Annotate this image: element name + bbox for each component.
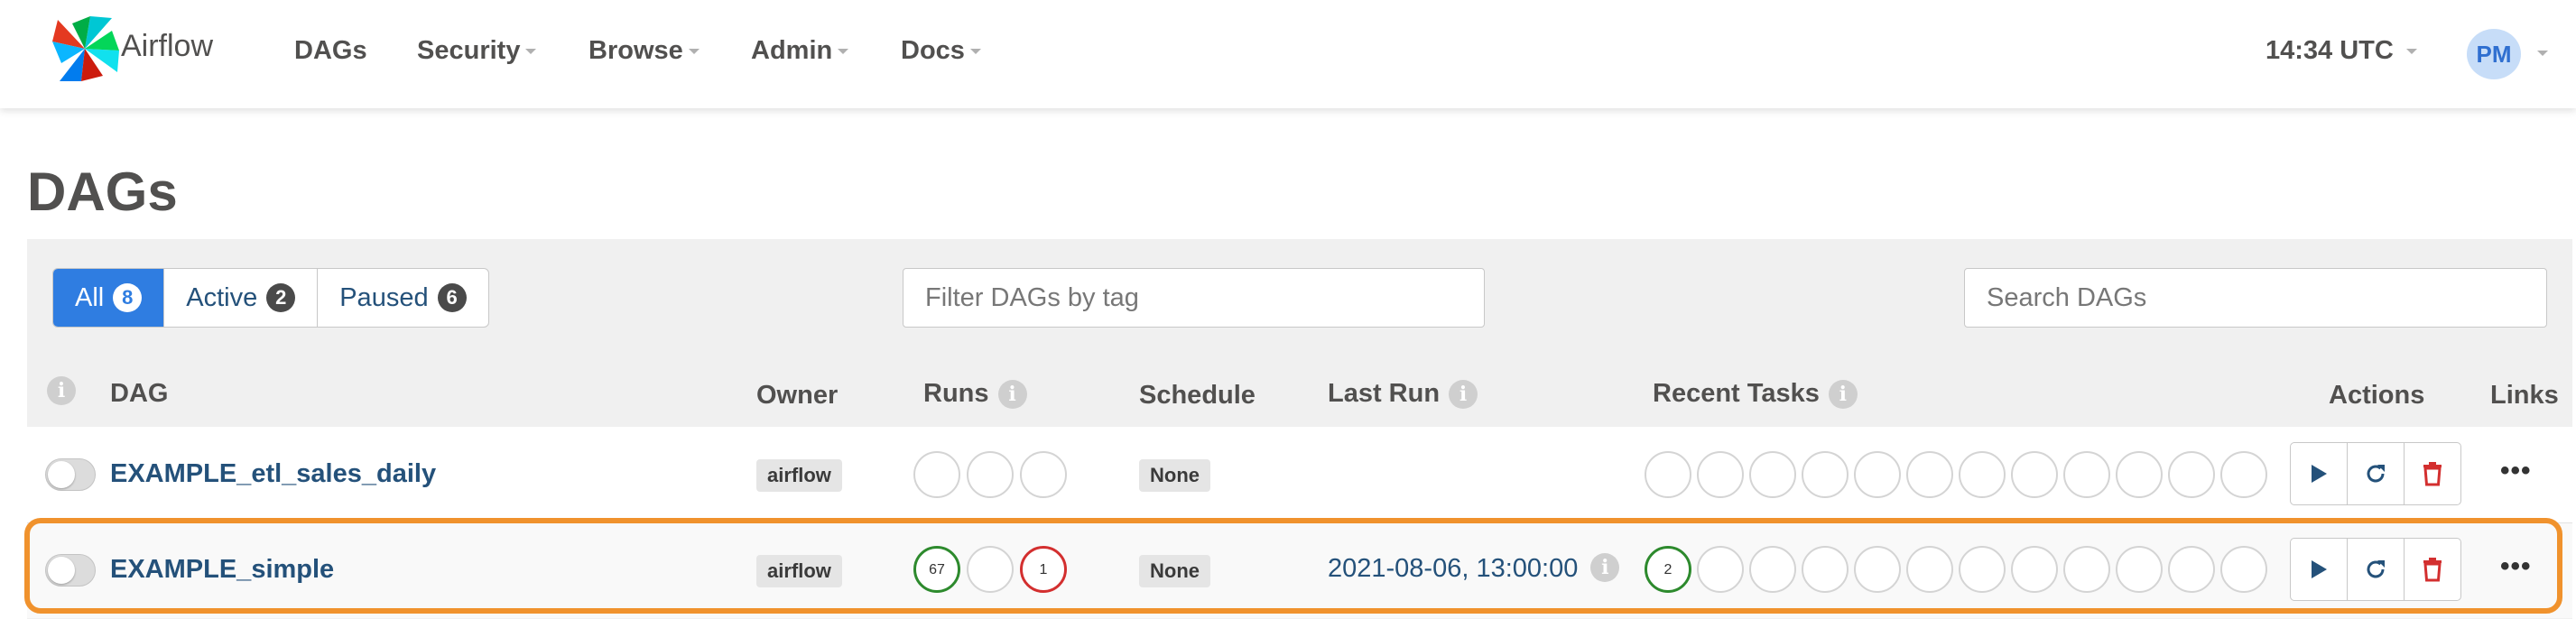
filter-all-button[interactable]: All 8 xyxy=(53,269,165,327)
header-schedule[interactable]: Schedule xyxy=(1139,381,1256,411)
task-state-circle[interactable] xyxy=(2116,451,2163,498)
filter-active-count: 2 xyxy=(266,283,296,312)
task-state-circle[interactable] xyxy=(1749,451,1796,498)
task-state-circle[interactable] xyxy=(1854,451,1901,498)
task-state-circle[interactable] xyxy=(2011,451,2058,498)
trigger-dag-button[interactable] xyxy=(2291,443,2348,504)
task-state-circle[interactable] xyxy=(1959,451,2006,498)
header-dag[interactable]: DAG xyxy=(110,379,168,409)
task-state-circle[interactable] xyxy=(1906,451,1953,498)
task-state-circle[interactable] xyxy=(2063,451,2110,498)
header-recent-tasks: Recent Tasks i xyxy=(1653,379,1858,410)
row-highlight xyxy=(24,518,2562,614)
run-state-circle[interactable] xyxy=(967,451,1014,498)
nav-admin-label: Admin xyxy=(751,36,833,65)
clock-label: 14:34 UTC xyxy=(2266,36,2394,65)
task-state-circle[interactable] xyxy=(1645,451,1691,498)
header-recent-tasks-label: Recent Tasks xyxy=(1653,379,1820,408)
header-last-run: Last Run i xyxy=(1328,379,1478,410)
header-links: Links xyxy=(2490,381,2559,410)
dag-actions-group xyxy=(2290,442,2461,505)
tag-filter-input[interactable]: Filter DAGs by tag xyxy=(903,268,1485,328)
chevron-down-icon xyxy=(688,49,700,55)
run-state-circle[interactable] xyxy=(913,451,960,498)
filter-all-label: All xyxy=(75,282,105,312)
nav-dags-label: DAGs xyxy=(294,36,367,65)
nav-browse[interactable]: Browse xyxy=(588,36,700,66)
header-actions: Actions xyxy=(2329,381,2425,410)
header-owner[interactable]: Owner xyxy=(756,381,838,411)
filter-active-button[interactable]: Active 2 xyxy=(164,269,319,327)
task-state-circle[interactable] xyxy=(1802,451,1849,498)
dag-pause-toggle[interactable] xyxy=(45,458,96,491)
dag-search-input[interactable]: Search DAGs xyxy=(1964,268,2547,328)
chevron-down-icon xyxy=(969,49,981,55)
filter-paused-count: 6 xyxy=(437,283,467,312)
run-state-circle[interactable] xyxy=(1020,451,1067,498)
task-state-circle[interactable] xyxy=(1697,451,1744,498)
info-icon[interactable]: i xyxy=(1449,380,1478,410)
info-icon[interactable]: i xyxy=(1828,380,1858,410)
timezone-clock[interactable]: 14:34 UTC xyxy=(2266,36,2417,66)
chevron-down-icon xyxy=(2405,49,2417,55)
info-icon[interactable]: i xyxy=(997,380,1027,410)
user-menu-chevron-icon[interactable] xyxy=(2537,51,2548,56)
task-state-circle[interactable] xyxy=(2220,451,2267,498)
filter-active-label: Active xyxy=(186,282,258,312)
nav-security[interactable]: Security xyxy=(417,36,537,66)
header-last-run-label: Last Run xyxy=(1328,379,1441,408)
nav-docs-label: Docs xyxy=(901,36,965,65)
task-state-circle[interactable] xyxy=(2168,451,2215,498)
nav-security-label: Security xyxy=(417,36,521,65)
navbar: Airflow DAGs Security Browse Admin Docs … xyxy=(0,0,2576,108)
play-icon xyxy=(2312,465,2327,483)
nav-admin[interactable]: Admin xyxy=(751,36,849,66)
filter-all-count: 8 xyxy=(113,283,143,312)
links-menu-button[interactable]: ••• xyxy=(2500,456,2532,486)
info-icon: i xyxy=(47,376,76,406)
page-title: DAGs xyxy=(27,162,178,222)
nav-browse-label: Browse xyxy=(588,36,683,65)
owner-badge[interactable]: airflow xyxy=(756,459,842,492)
airflow-logo-icon[interactable] xyxy=(49,14,121,83)
refresh-icon xyxy=(2367,465,2385,483)
chevron-down-icon xyxy=(838,49,849,55)
nav-dags[interactable]: DAGs xyxy=(294,36,367,66)
nav-docs[interactable]: Docs xyxy=(901,36,981,66)
header-runs: Runs i xyxy=(923,379,1027,410)
filter-paused-button[interactable]: Paused 6 xyxy=(318,269,487,327)
filter-paused-label: Paused xyxy=(339,282,429,312)
status-filter-group: All 8 Active 2 Paused 6 xyxy=(52,268,489,328)
user-avatar[interactable]: PM xyxy=(2467,29,2521,79)
refresh-dag-button[interactable] xyxy=(2348,443,2405,504)
column-info-icon[interactable]: i xyxy=(47,375,76,406)
dag-link[interactable]: EXAMPLE_etl_sales_daily xyxy=(110,459,436,489)
chevron-down-icon xyxy=(525,49,537,55)
delete-dag-button[interactable] xyxy=(2405,443,2460,504)
schedule-badge[interactable]: None xyxy=(1139,459,1210,492)
header-runs-label: Runs xyxy=(923,379,989,408)
brand-name[interactable]: Airflow xyxy=(121,29,213,64)
trash-icon xyxy=(2423,462,2442,486)
